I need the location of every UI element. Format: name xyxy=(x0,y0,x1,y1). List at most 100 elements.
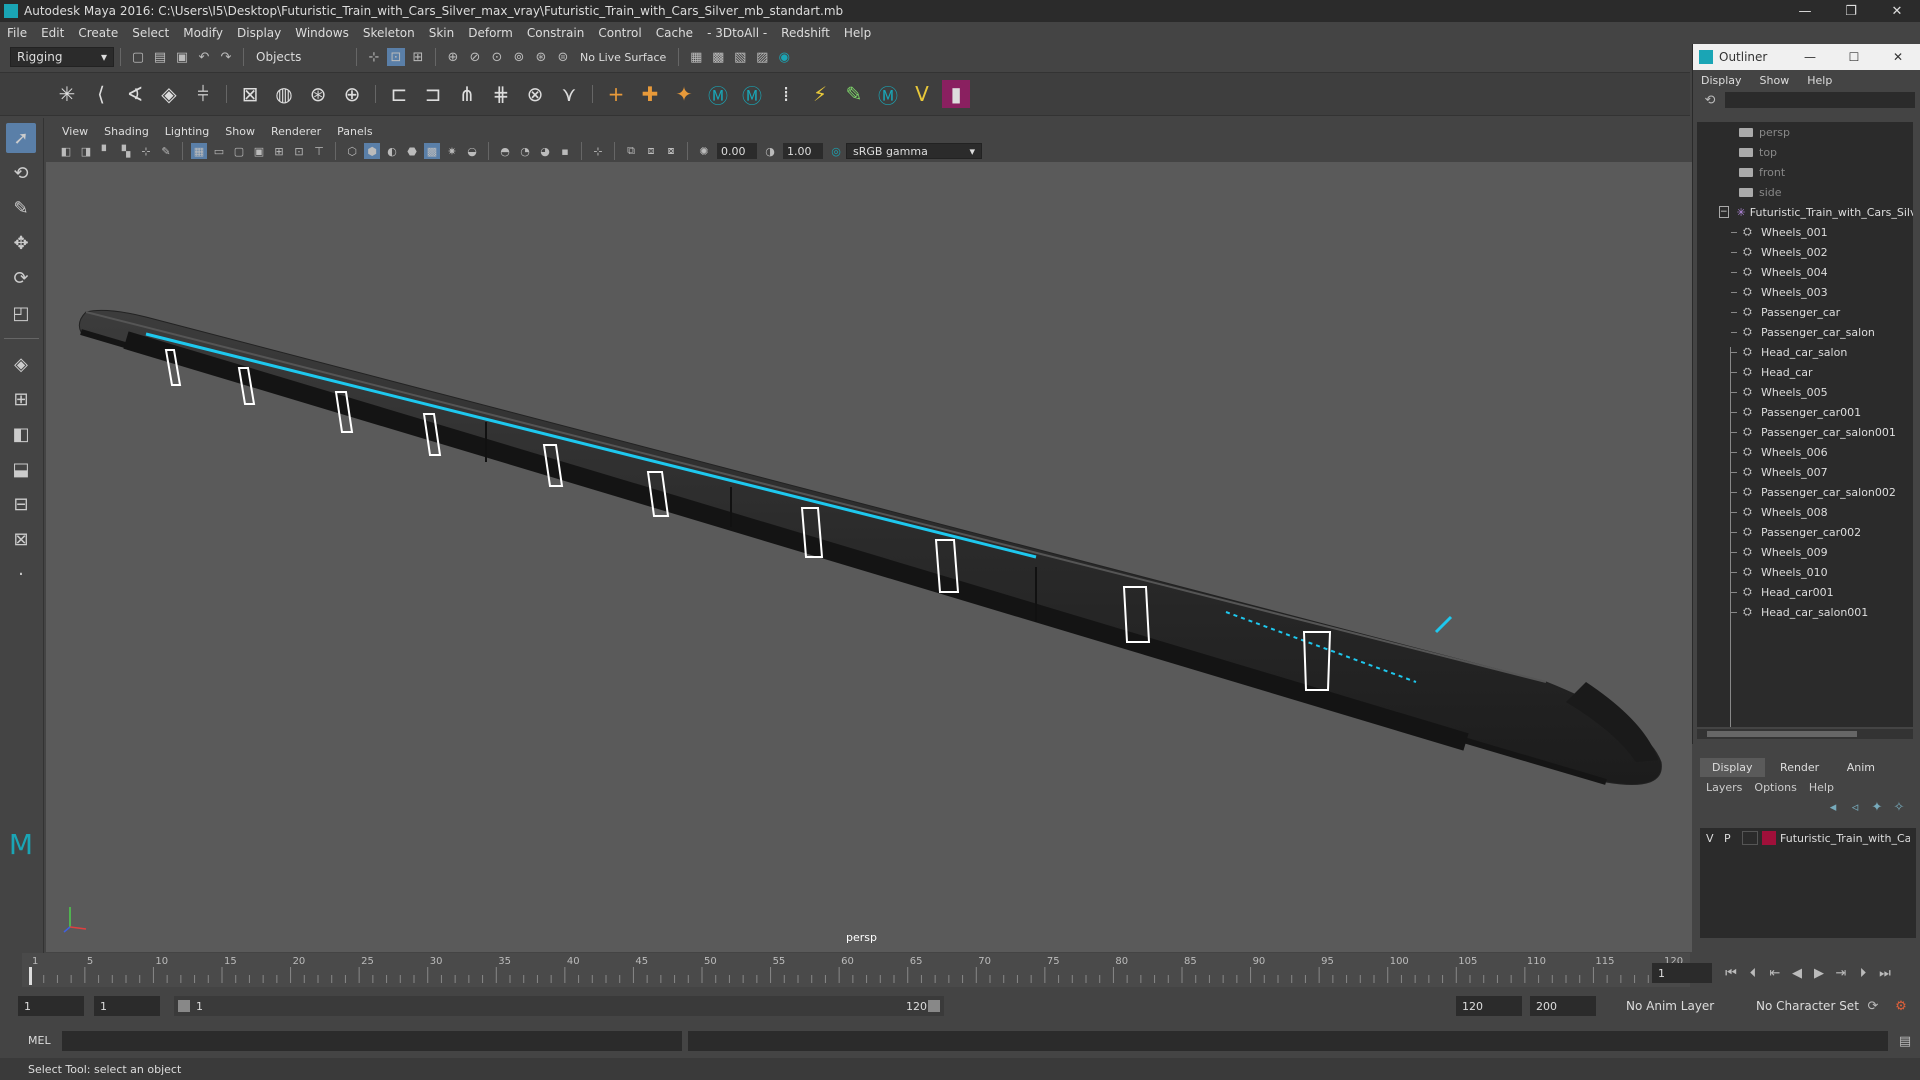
hypershade-icon[interactable]: ◉ xyxy=(775,48,793,66)
outliner-item-root[interactable]: − ✳ Futuristic_Train_with_Cars_Silver xyxy=(1697,202,1913,222)
outliner-scroll-thumb[interactable] xyxy=(1707,731,1857,737)
select-component-icon[interactable]: ⊞ xyxy=(409,48,427,66)
play-backward-icon[interactable]: ◀ xyxy=(1788,964,1806,982)
orient-constraint-icon[interactable]: ✦ xyxy=(670,80,698,108)
outliner-item-persp[interactable]: persp xyxy=(1697,122,1913,142)
paint-weights-icon[interactable]: ⋔ xyxy=(453,80,481,108)
field-chart-icon[interactable]: ⊞ xyxy=(271,143,287,159)
range-start-handle[interactable] xyxy=(178,1000,190,1012)
select-object-icon[interactable]: ⊡ xyxy=(387,48,405,66)
move-layer-down-icon[interactable]: ◃ xyxy=(1846,798,1864,816)
gamma-field[interactable]: 1.00 xyxy=(783,143,823,159)
bind-skin-icon[interactable]: ⊏ xyxy=(385,80,413,108)
2d-pan-zoom-icon[interactable]: ⊹ xyxy=(138,143,154,159)
ipr-render-icon[interactable]: ▧ xyxy=(731,48,749,66)
menu-set-dropdown[interactable]: Rigging ▾ xyxy=(10,47,114,67)
redo-icon[interactable]: ↷ xyxy=(217,48,235,66)
cluster-icon[interactable]: ⊠ xyxy=(236,80,264,108)
single-perspective-icon[interactable]: ◈ xyxy=(6,349,36,379)
outliner-item-front[interactable]: front xyxy=(1697,162,1913,182)
layer-menu-layers[interactable]: Layers xyxy=(1706,781,1742,794)
select-hierarchy-icon[interactable]: ⊹ xyxy=(365,48,383,66)
outliner-item-child[interactable]: ⛭ Wheels_004 xyxy=(1697,262,1913,282)
outliner-maximize-button[interactable]: ☐ xyxy=(1832,50,1876,64)
exposure-field[interactable]: 0.00 xyxy=(717,143,757,159)
mirror-joint-icon[interactable]: ⫩ xyxy=(189,80,217,108)
menu-edit[interactable]: Edit xyxy=(34,26,71,40)
new-layer-icon[interactable]: ✦ xyxy=(1868,798,1886,816)
lasso-tool-icon[interactable]: ⟲ xyxy=(6,158,36,188)
perspective-outliner-icon[interactable]: ◧ xyxy=(6,419,36,449)
new-scene-icon[interactable]: ▢ xyxy=(129,48,147,66)
hypershade-layout-icon[interactable]: ⊟ xyxy=(6,489,36,519)
wireframe-on-shaded-icon[interactable]: ⬣ xyxy=(404,143,420,159)
rotate-tool-icon[interactable]: ⟳ xyxy=(6,263,36,293)
aim-constraint-icon[interactable]: ✚ xyxy=(636,80,664,108)
interactive-bind-icon[interactable]: ⊐ xyxy=(419,80,447,108)
motion-blur-icon[interactable]: ◔ xyxy=(517,143,533,159)
depth-of-field-icon[interactable]: ▪ xyxy=(557,143,573,159)
new-layer-selected-icon[interactable]: ✧ xyxy=(1890,798,1908,816)
vray-icon[interactable]: V xyxy=(908,80,936,108)
color-space-dropdown[interactable]: sRGB gamma ▾ xyxy=(846,143,982,159)
menu-redshift[interactable]: Redshift xyxy=(774,26,837,40)
selection-mode-dropdown[interactable]: Objects xyxy=(250,47,350,67)
isolate-select-icon[interactable]: ⊹ xyxy=(590,143,606,159)
outliner-close-button[interactable]: ✕ xyxy=(1876,50,1920,64)
layer-color-swatch[interactable] xyxy=(1762,831,1776,845)
safe-title-icon[interactable]: ⊤ xyxy=(311,143,327,159)
layer-menu-options[interactable]: Options xyxy=(1754,781,1796,794)
point-constraint-icon[interactable]: + xyxy=(602,80,630,108)
xray-components-icon[interactable]: ⧇ xyxy=(663,143,679,159)
hik-icon[interactable]: Ⓜ xyxy=(704,80,732,108)
gamma-icon[interactable]: ◑ xyxy=(762,143,778,159)
insert-joint-icon[interactable]: ◈ xyxy=(155,80,183,108)
move-tool-icon[interactable]: ✥ xyxy=(6,228,36,258)
outliner-item-child[interactable]: ⛭ Wheels_001 xyxy=(1697,222,1913,242)
menu-deform[interactable]: Deform xyxy=(461,26,520,40)
snap-view-icon[interactable]: ⊚ xyxy=(510,48,528,66)
outliner-item-side[interactable]: side xyxy=(1697,182,1913,202)
snap-point-icon[interactable]: ⊙ xyxy=(488,48,506,66)
outliner-item-child[interactable]: ⛭ Passenger_car_salon xyxy=(1697,322,1913,342)
anim-layer-dropdown[interactable]: No Anim Layer xyxy=(1620,996,1740,1016)
snap-grid-icon[interactable]: ⊕ xyxy=(444,48,462,66)
shadows-icon[interactable]: ◒ xyxy=(464,143,480,159)
anti-aliasing-icon[interactable]: ◕ xyxy=(537,143,553,159)
smooth-shade-icon[interactable]: ⬢ xyxy=(364,143,380,159)
vp-menu-view[interactable]: View xyxy=(54,125,96,138)
hik-character-icon[interactable]: Ⓜ xyxy=(738,80,766,108)
preferences-icon[interactable]: ⚙ xyxy=(1892,997,1910,1015)
detach-skin-icon[interactable]: ⋎ xyxy=(555,80,583,108)
maya-home-icon[interactable]: M xyxy=(6,828,36,861)
range-slider[interactable]: 1 120 xyxy=(174,996,944,1016)
vp-menu-panels[interactable]: Panels xyxy=(329,125,380,138)
auto-key-icon[interactable]: ⟳ xyxy=(1864,997,1882,1015)
menu-windows[interactable]: Windows xyxy=(288,26,356,40)
step-back-frame-icon[interactable]: ⏴ xyxy=(1744,964,1762,982)
select-tool-icon[interactable]: ➚ xyxy=(6,123,36,153)
joint-tool-icon[interactable]: ✳ xyxy=(53,80,81,108)
save-scene-icon[interactable]: ▣ xyxy=(173,48,191,66)
vp-menu-lighting[interactable]: Lighting xyxy=(157,125,217,138)
wrap-icon[interactable]: ⊛ xyxy=(304,80,332,108)
ik-spline-icon[interactable]: ∢ xyxy=(121,80,149,108)
render-view-icon[interactable]: ▨ xyxy=(753,48,771,66)
viewport-persp[interactable] xyxy=(46,162,1692,952)
character-set-dropdown[interactable]: No Character Set xyxy=(1750,996,1868,1016)
layer-row[interactable]: V P Futuristic_Train_with_Cars_Silver xyxy=(1700,828,1916,848)
layout-more-icon[interactable]: · xyxy=(6,559,36,589)
outliner-menu-display[interactable]: Display xyxy=(1701,74,1742,87)
outliner-item-top[interactable]: top xyxy=(1697,142,1913,162)
default-material-icon[interactable]: ◐ xyxy=(384,143,400,159)
make-live-icon[interactable]: ⊜ xyxy=(554,48,572,66)
outliner-item-child[interactable]: ⛭ Wheels_002 xyxy=(1697,242,1913,262)
bookmark-icon[interactable]: ▘ xyxy=(98,143,114,159)
paint-select-icon[interactable]: ✎ xyxy=(6,193,36,223)
range-end-handle[interactable] xyxy=(928,1000,940,1012)
tab-anim[interactable]: Anim xyxy=(1835,758,1887,777)
vp-menu-show[interactable]: Show xyxy=(217,125,263,138)
close-button[interactable]: ✕ xyxy=(1874,4,1920,19)
menu-file[interactable]: File xyxy=(0,26,34,40)
render-current-frame-icon[interactable]: ▩ xyxy=(709,48,727,66)
